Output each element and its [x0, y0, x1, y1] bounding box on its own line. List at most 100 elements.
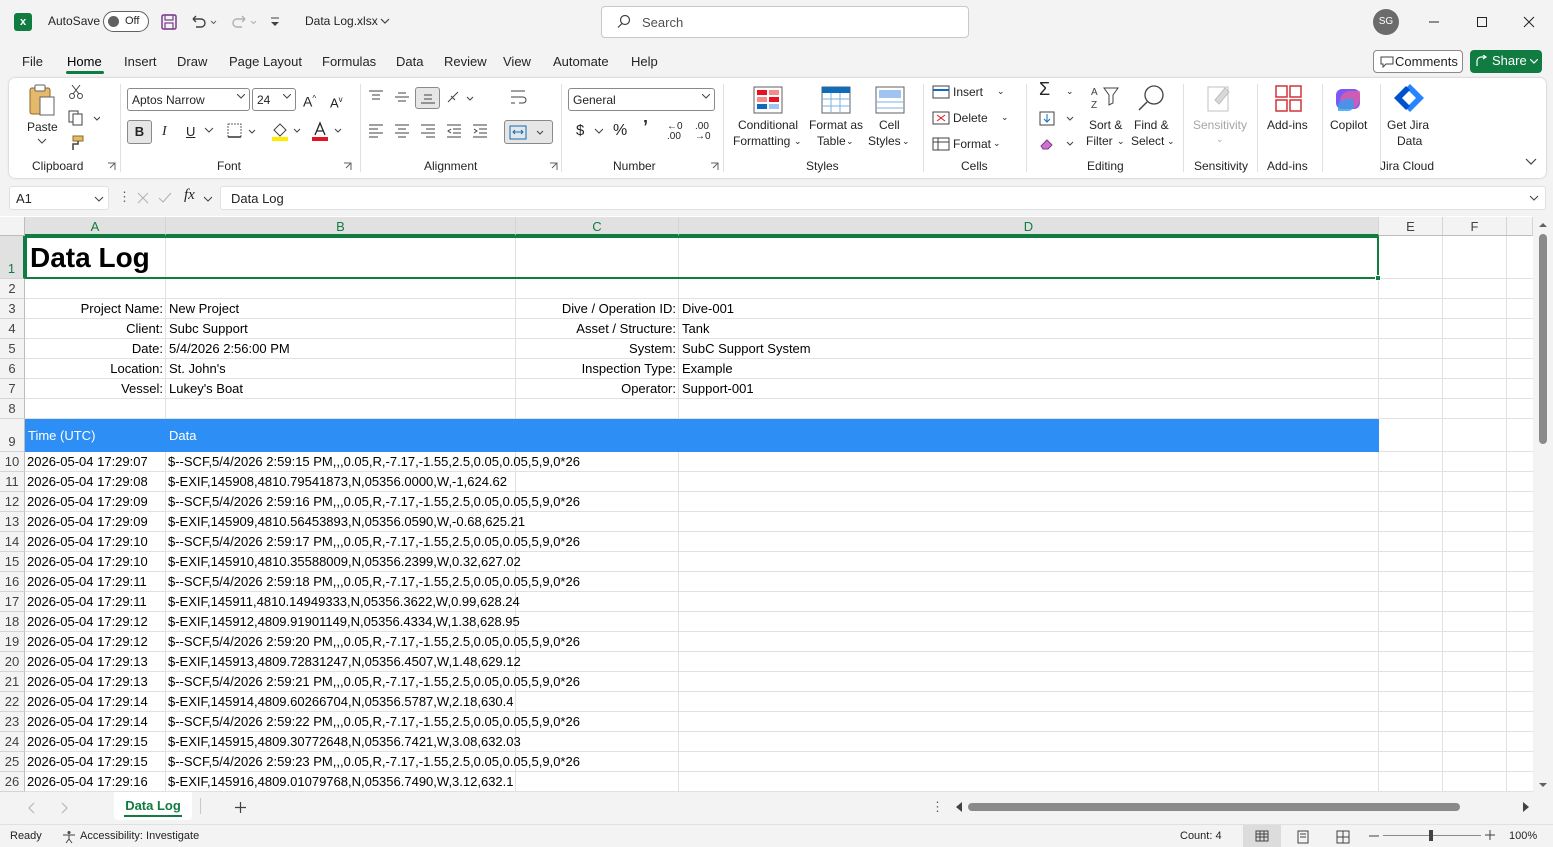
underline-button[interactable]: U: [186, 124, 195, 139]
jira-icon[interactable]: [1394, 82, 1426, 114]
row-header[interactable]: 19: [0, 632, 25, 652]
zoom-out-icon[interactable]: [1369, 835, 1379, 837]
tab-page-layout[interactable]: Page Layout: [229, 54, 302, 69]
row-header[interactable]: 23: [0, 712, 25, 732]
customize-toolbar-icon[interactable]: [269, 15, 281, 29]
italic-button[interactable]: I: [162, 124, 167, 139]
row-header[interactable]: 12: [0, 492, 25, 512]
tab-file[interactable]: File: [22, 54, 43, 69]
dialog-launcher-icon[interactable]: [343, 162, 352, 171]
row-header[interactable]: 7: [0, 379, 25, 399]
font-color-icon[interactable]: [311, 121, 343, 141]
normal-view-button[interactable]: [1243, 825, 1281, 847]
sort-filter-icon[interactable]: AZ: [1090, 84, 1120, 112]
insert-function-icon[interactable]: fx: [184, 187, 195, 204]
name-box[interactable]: A1: [9, 186, 109, 210]
row-header[interactable]: 5: [0, 339, 25, 359]
chevron-down-icon[interactable]: ⌄: [794, 134, 802, 149]
find-select-label-2[interactable]: Select: [1131, 134, 1164, 149]
cell-styles-icon[interactable]: [875, 86, 905, 114]
scroll-left-icon[interactable]: [955, 802, 963, 812]
copy-icon[interactable]: [68, 110, 100, 126]
dialog-launcher-icon[interactable]: [549, 162, 558, 171]
align-middle-icon[interactable]: [394, 90, 410, 104]
add-sheet-icon[interactable]: [234, 801, 247, 814]
column-header-c[interactable]: C: [516, 217, 679, 236]
next-sheet-icon[interactable]: [60, 802, 68, 814]
tab-formulas[interactable]: Formulas: [322, 54, 376, 69]
maximize-icon[interactable]: [1476, 16, 1488, 28]
tab-insert[interactable]: Insert: [124, 54, 157, 69]
chevron-down-icon[interactable]: ⌄: [902, 134, 910, 149]
currency-format-icon[interactable]: $: [576, 123, 584, 138]
search-box[interactable]: Search: [601, 6, 969, 38]
chevron-down-icon[interactable]: [1530, 59, 1538, 65]
row-header[interactable]: 13: [0, 512, 25, 532]
row-header[interactable]: 22: [0, 692, 25, 712]
accessibility-icon[interactable]: [62, 830, 76, 844]
column-header-d[interactable]: D: [679, 217, 1379, 236]
chevron-down-icon[interactable]: ⌄: [1216, 132, 1224, 147]
add-ins-label[interactable]: Add-ins: [1267, 118, 1308, 133]
column-header-b[interactable]: B: [166, 217, 516, 236]
find-select-icon[interactable]: [1136, 83, 1166, 113]
tab-draw[interactable]: Draw: [177, 54, 207, 69]
chevron-down-icon[interactable]: ⌄: [846, 134, 854, 149]
add-ins-icon[interactable]: [1274, 84, 1304, 114]
dialog-launcher-icon[interactable]: [107, 162, 116, 171]
row-header[interactable]: 1: [0, 236, 25, 279]
row-header[interactable]: 3: [0, 299, 25, 319]
delete-cells-icon[interactable]: [932, 111, 950, 125]
undo-icon[interactable]: [189, 13, 217, 31]
comments-button[interactable]: Comments: [1373, 50, 1463, 73]
column-header-f[interactable]: F: [1443, 217, 1507, 236]
row-header[interactable]: 20: [0, 652, 25, 672]
format-as-table-icon[interactable]: [821, 86, 851, 114]
cut-icon[interactable]: [68, 84, 84, 100]
format-label[interactable]: Format: [953, 137, 991, 152]
format-as-table-label-1[interactable]: Format as: [809, 118, 863, 133]
comma-style-icon[interactable]: ’: [643, 118, 648, 136]
jira-label-2[interactable]: Data: [1397, 134, 1422, 149]
row-header[interactable]: 9: [0, 419, 25, 452]
sort-filter-label-2[interactable]: Filter: [1086, 134, 1113, 149]
percent-style-icon[interactable]: %: [613, 123, 627, 139]
scroll-down-icon[interactable]: [1539, 782, 1547, 788]
chevron-down-icon[interactable]: [203, 196, 213, 202]
dialog-launcher-icon[interactable]: [710, 162, 719, 171]
enter-icon[interactable]: [158, 191, 172, 205]
chevron-down-icon[interactable]: ⌄: [1117, 134, 1125, 149]
copilot-label[interactable]: Copilot: [1330, 118, 1367, 133]
fill-icon[interactable]: [1039, 111, 1079, 127]
increase-indent-icon[interactable]: [472, 124, 488, 138]
zoom-level[interactable]: 100%: [1509, 830, 1537, 842]
column-header-a[interactable]: A: [25, 217, 166, 236]
row-header[interactable]: 10: [0, 452, 25, 472]
horizontal-scroll-thumb[interactable]: [968, 803, 1460, 811]
row-header[interactable]: 17: [0, 592, 25, 612]
format-cells-icon[interactable]: [932, 137, 950, 151]
align-left-icon[interactable]: [368, 124, 384, 138]
share-button[interactable]: Share: [1470, 50, 1542, 73]
collapse-ribbon-icon[interactable]: [1525, 158, 1537, 166]
row-header[interactable]: 24: [0, 732, 25, 752]
fill-color-icon[interactable]: [271, 121, 303, 141]
row-header[interactable]: 25: [0, 752, 25, 772]
tab-data[interactable]: Data: [396, 54, 423, 69]
autosum-icon[interactable]: Σ: [1039, 80, 1050, 98]
sheet-tab-data-log[interactable]: Data Log: [114, 792, 192, 820]
delete-label[interactable]: Delete: [953, 111, 988, 126]
cell-styles-label-1[interactable]: Cell: [879, 118, 900, 133]
page-layout-view-icon[interactable]: [1296, 830, 1310, 844]
row-header[interactable]: 4: [0, 319, 25, 339]
tab-home[interactable]: Home: [67, 54, 102, 69]
chevron-down-icon[interactable]: [594, 128, 604, 134]
scroll-up-icon[interactable]: [1539, 222, 1547, 228]
fill-handle[interactable]: [1375, 275, 1381, 281]
increase-decimal-icon[interactable]: ←0.00: [667, 122, 683, 142]
insert-cells-icon[interactable]: [932, 85, 950, 99]
column-header-e[interactable]: E: [1379, 217, 1443, 236]
align-center-icon[interactable]: [394, 124, 410, 138]
decrease-indent-icon[interactable]: [446, 124, 462, 138]
copilot-icon[interactable]: [1334, 83, 1366, 115]
